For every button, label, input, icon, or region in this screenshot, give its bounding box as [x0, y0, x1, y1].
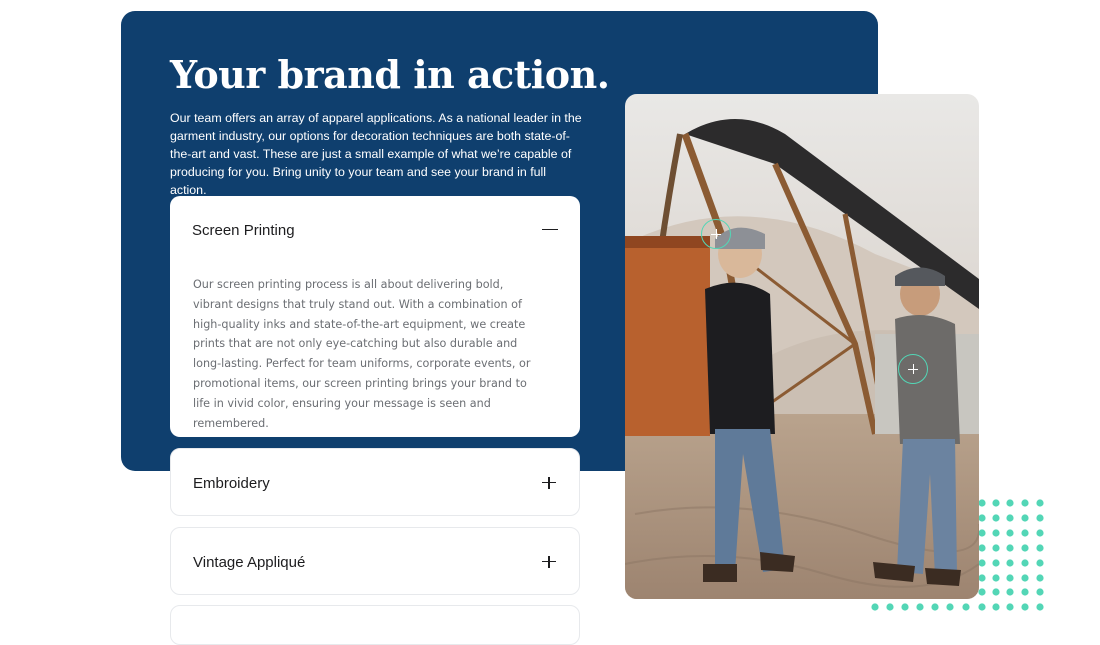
accordion-item-vintage-applique: Vintage Appliqué	[170, 527, 580, 595]
collapse-minus-icon[interactable]	[542, 222, 558, 238]
accordion-header-screen-printing[interactable]: Screen Printing	[192, 196, 558, 264]
accordion-header-vintage-applique[interactable]: Vintage Appliqué	[193, 528, 557, 596]
team-photo	[625, 94, 979, 599]
accordion-title: Vintage Appliqué	[193, 553, 306, 571]
accordion-item-embroidery: Embroidery	[170, 448, 580, 516]
expand-plus-icon[interactable]	[541, 475, 557, 491]
accordion-item-partial[interactable]	[170, 605, 580, 645]
accordion-body-text: Our screen printing process is all about…	[193, 278, 531, 430]
accordion-header-embroidery[interactable]: Embroidery	[193, 449, 557, 517]
accordion-title: Screen Printing	[192, 221, 295, 239]
accordion-title: Embroidery	[193, 474, 270, 492]
photo-illustration	[625, 94, 979, 599]
plus-hotspot-icon[interactable]	[898, 354, 928, 384]
intro-text: Our team offers an array of apparel appl…	[170, 111, 582, 197]
plus-hotspot-icon[interactable]	[701, 219, 731, 249]
expand-plus-icon[interactable]	[541, 554, 557, 570]
accordion-item-screen-printing: Screen Printing Our screen printing proc…	[170, 196, 580, 437]
page-title: Your brand in action.	[170, 52, 610, 97]
